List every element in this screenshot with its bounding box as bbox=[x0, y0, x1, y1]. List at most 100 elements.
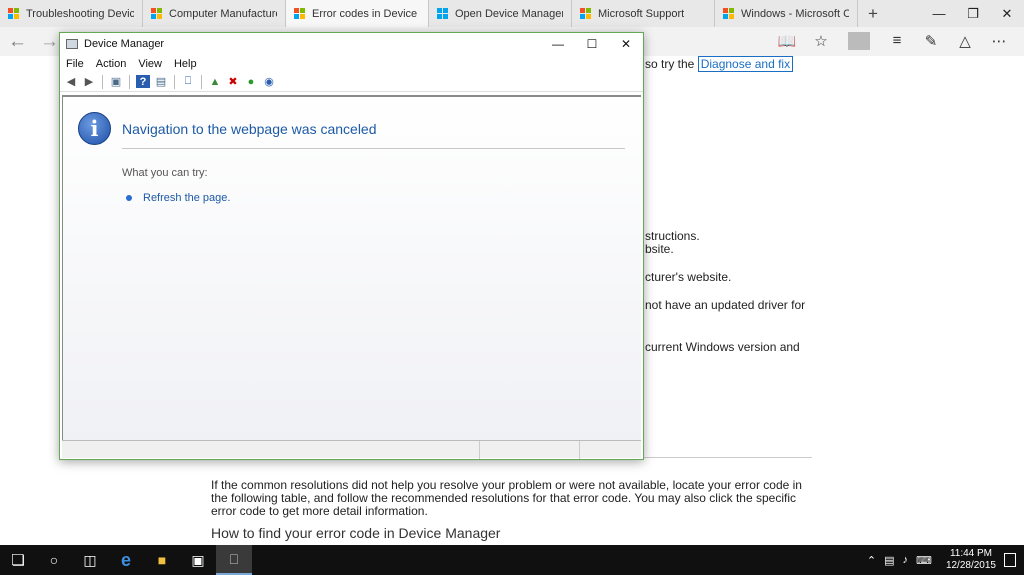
clock-date: 12/28/2015 bbox=[945, 560, 996, 571]
device-manager-app-icon bbox=[66, 39, 78, 49]
back-icon[interactable]: ◀ bbox=[64, 75, 78, 88]
close-icon[interactable]: ✕ bbox=[990, 0, 1024, 27]
toolbar: ◀ ▶ ▣ ? ▤ ⎕ ▲ ✖ ● ◉ bbox=[60, 72, 643, 92]
reading-view-icon[interactable]: 📖 bbox=[776, 32, 798, 50]
status-segment bbox=[480, 441, 580, 459]
help-icon[interactable]: ? bbox=[136, 75, 150, 88]
properties-icon[interactable]: ▤ bbox=[154, 75, 168, 88]
restore-icon[interactable]: ❐ bbox=[956, 0, 990, 27]
forward-arrow-icon[interactable]: → bbox=[40, 31, 59, 53]
microsoft-logo-icon bbox=[8, 7, 20, 20]
menu-action[interactable]: Action bbox=[96, 58, 127, 70]
toolbar-divider bbox=[129, 74, 130, 89]
toolbar-divider bbox=[848, 32, 870, 50]
minimize-icon[interactable]: — bbox=[922, 0, 956, 27]
favorite-star-icon[interactable]: ☆ bbox=[810, 32, 832, 50]
menu-view[interactable]: View bbox=[138, 58, 162, 70]
info-icon: i bbox=[78, 112, 111, 145]
uninstall-device-icon[interactable]: ✖ bbox=[226, 75, 240, 88]
page-text-fragment: so try the Diagnose and fix bbox=[645, 56, 794, 72]
tab-title: Open Device Manager - W bbox=[455, 7, 563, 20]
browser-toolbar-right: 📖 ☆ ≡ ✎ △ ⋯ bbox=[776, 32, 1010, 50]
web-note-icon[interactable]: ✎ bbox=[920, 32, 942, 50]
toolbar-divider bbox=[174, 74, 175, 89]
store-icon[interactable]: ▣ bbox=[180, 545, 216, 575]
menu-bar: File Action View Help bbox=[60, 55, 643, 72]
page-text-fragment: structions. bbox=[645, 229, 700, 243]
window-title: Device Manager bbox=[84, 38, 165, 50]
device-manager-window: Device Manager — ☐ ✕ File Action View He… bbox=[59, 32, 644, 460]
page-text-fragment: bsite. bbox=[645, 242, 674, 256]
menu-file[interactable]: File bbox=[66, 58, 84, 70]
microsoft-logo-icon bbox=[294, 7, 306, 20]
search-cortana-icon[interactable]: ○ bbox=[36, 545, 72, 575]
taskbar: ❏ ○ ◫ e ■ ▣ ⎕ ⌃ ▤ ♪ ⌨ 11:44 PM 12/28/201… bbox=[0, 545, 1024, 575]
file-explorer-icon[interactable]: ■ bbox=[144, 545, 180, 575]
system-tray: ⌃ ▤ ♪ ⌨ 11:44 PM 12/28/2015 bbox=[867, 545, 1016, 575]
share-icon[interactable]: △ bbox=[954, 32, 976, 50]
device-manager-taskbar-icon[interactable]: ⎕ bbox=[216, 545, 252, 575]
page-text-fragment: not have an updated driver for bbox=[645, 298, 806, 312]
window-controls: — ☐ ✕ bbox=[541, 33, 643, 55]
tab-title: Troubleshooting Device Cc bbox=[26, 7, 134, 20]
keyboard-icon[interactable]: ⌨ bbox=[916, 554, 932, 567]
microsoft-logo-icon bbox=[580, 7, 592, 20]
body-paragraph: If the common resolutions did not help y… bbox=[211, 478, 802, 518]
browser-tab[interactable]: Microsoft Support bbox=[572, 0, 715, 27]
hub-icon[interactable]: ≡ bbox=[886, 32, 908, 50]
window-title-bar[interactable]: Device Manager — ☐ ✕ bbox=[60, 33, 643, 55]
menu-help[interactable]: Help bbox=[174, 58, 197, 70]
browser-tab-active[interactable]: Error codes in Device M bbox=[286, 0, 429, 27]
scan-hardware-icon[interactable]: ⎕ bbox=[181, 75, 195, 88]
enable-device-icon[interactable]: ● bbox=[244, 75, 258, 88]
status-segment bbox=[580, 441, 641, 459]
tab-title: Computer Manufacturers' ( bbox=[169, 7, 277, 20]
update-driver-icon[interactable]: ▲ bbox=[208, 75, 222, 88]
browser-window-controls: — ❐ ✕ bbox=[922, 0, 1024, 27]
what-you-can-try-label: What you can try: bbox=[122, 167, 208, 179]
maximize-icon[interactable]: ☐ bbox=[575, 33, 609, 55]
edge-browser-icon[interactable]: e bbox=[108, 545, 144, 575]
content-pane: i Navigation to the webpage was canceled… bbox=[62, 95, 641, 440]
new-tab-button[interactable]: + bbox=[858, 0, 888, 27]
tab-title: Windows - Microsoft Comr bbox=[741, 7, 849, 20]
back-arrow-icon[interactable]: ← bbox=[8, 31, 27, 53]
action-center-icon[interactable] bbox=[1004, 553, 1016, 567]
forward-icon[interactable]: ▶ bbox=[82, 75, 96, 88]
task-view-icon[interactable]: ◫ bbox=[72, 545, 108, 575]
status-segment bbox=[62, 441, 480, 459]
bullet-icon bbox=[126, 195, 132, 201]
browser-tab[interactable]: Troubleshooting Device Cc bbox=[0, 0, 143, 27]
tab-strip: Troubleshooting Device Cc Computer Manuf… bbox=[0, 0, 1024, 27]
status-bar bbox=[62, 440, 641, 459]
diagnose-and-fix-link[interactable]: Diagnose and fix bbox=[697, 56, 794, 72]
network-icon[interactable]: ▤ bbox=[884, 554, 894, 567]
minimize-icon[interactable]: — bbox=[541, 33, 575, 55]
windows-logo-icon bbox=[437, 7, 449, 20]
page-text: so try the bbox=[645, 57, 695, 71]
clock[interactable]: 11:44 PM 12/28/2015 bbox=[946, 548, 996, 572]
microsoft-logo-icon bbox=[723, 7, 735, 20]
browser-tab[interactable]: Open Device Manager - W bbox=[429, 0, 572, 27]
page-text-fragment: cturer's website. bbox=[645, 270, 732, 284]
start-windows-icon[interactable]: ❏ bbox=[0, 545, 36, 575]
page-text-fragment: current Windows version and bbox=[645, 340, 800, 354]
show-hidden-icons-icon[interactable]: ⌃ bbox=[867, 554, 876, 567]
tab-title: Microsoft Support bbox=[598, 7, 685, 20]
browser-tab[interactable]: Windows - Microsoft Comr bbox=[715, 0, 858, 27]
refresh-page-link[interactable]: Refresh the page. bbox=[143, 192, 230, 204]
more-icon[interactable]: ⋯ bbox=[988, 32, 1010, 50]
microsoft-logo-icon bbox=[151, 7, 163, 20]
toolbar-divider bbox=[201, 74, 202, 89]
browser-tab[interactable]: Computer Manufacturers' ( bbox=[143, 0, 286, 27]
toolbar-divider bbox=[102, 74, 103, 89]
tab-title: Error codes in Device M bbox=[312, 7, 420, 20]
volume-icon[interactable]: ♪ bbox=[903, 554, 909, 566]
content-divider bbox=[122, 148, 625, 149]
add-legacy-hardware-icon[interactable]: ◉ bbox=[262, 75, 276, 88]
clock-time: 11:44 PM bbox=[949, 548, 992, 559]
section-heading: How to find your error code in Device Ma… bbox=[211, 525, 501, 541]
close-icon[interactable]: ✕ bbox=[609, 33, 643, 55]
show-hide-console-tree-icon[interactable]: ▣ bbox=[109, 75, 123, 88]
error-title: Navigation to the webpage was canceled bbox=[122, 121, 377, 137]
